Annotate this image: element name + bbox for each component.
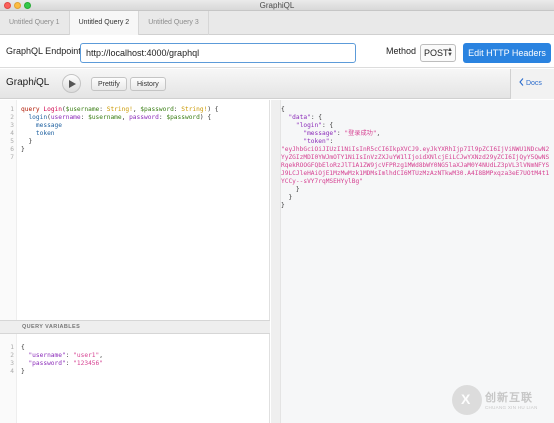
select-arrows-icon: ▲ ▼	[447, 47, 453, 58]
watermark-logo-icon: X	[452, 385, 482, 415]
window-title: GraphiQL	[259, 1, 295, 10]
chevron-left-icon	[519, 78, 524, 86]
method-select[interactable]: POST ▲ ▼	[420, 44, 456, 62]
result-gutter	[271, 100, 281, 423]
watermark-en-text: CHUANG XIN HU LIAN	[485, 405, 538, 410]
play-icon	[69, 80, 76, 88]
method-select-value: POST	[424, 48, 449, 58]
query-code: query Login($username: String!, $passwor…	[21, 106, 219, 153]
edit-http-headers-button[interactable]: Edit HTTP Headers	[463, 43, 551, 63]
query-variables-header[interactable]: QUERY VARIABLES	[0, 320, 270, 334]
tab-untitled-query-2[interactable]: Untitled Query 2	[69, 11, 140, 35]
endpoint-label: GraphQL Endpoint	[6, 46, 81, 56]
graphiql-logo: GraphiQL	[6, 77, 49, 88]
token-value: "eyJhbGciOiJIUzI1NiIsInR5cCI6IkpXVCJ9.ey…	[281, 146, 550, 185]
logo-text-suffix: QL	[36, 77, 50, 88]
query-tabs: Untitled Query 1 Untitled Query 2 Untitl…	[0, 11, 554, 35]
query-editor[interactable]: 1 2 3 4 5 6 7 query Login($username: Str…	[0, 100, 270, 320]
variables-code: { "username": "user1", "password": "1234…	[21, 344, 103, 375]
query-variables-editor[interactable]: 1 2 3 4 { "username": "user1", "password…	[0, 334, 270, 423]
history-button[interactable]: History	[130, 77, 166, 91]
execute-query-button[interactable]	[62, 74, 81, 93]
result-pane[interactable]: { "data": { "login": { "message": "登录成功"…	[271, 100, 554, 423]
watermark-cn-text: 创新互联	[485, 392, 533, 404]
prettify-button[interactable]: Prettify	[91, 77, 127, 91]
watermark: X 创新互联 CHUANG XIN HU LIAN	[452, 383, 552, 419]
tab-untitled-query-3[interactable]: Untitled Query 3	[139, 11, 209, 35]
graphiql-toolbar: GraphiQL Prettify History Docs	[0, 69, 554, 99]
docs-button[interactable]: Docs	[510, 69, 554, 99]
query-line-numbers: 1 2 3 4 5 6 7	[10, 106, 14, 161]
variables-line-numbers: 1 2 3 4	[10, 344, 14, 375]
result-json: { "data": { "login": { "message": "登录成功"…	[281, 106, 550, 209]
window-titlebar: GraphiQL	[0, 0, 554, 11]
tab-untitled-query-1[interactable]: Untitled Query 1	[0, 11, 70, 35]
logo-text-prefix: Graph	[6, 77, 34, 88]
docs-label: Docs	[525, 80, 542, 87]
endpoint-bar: GraphQL Endpoint Method POST ▲▼ Edit HTT…	[0, 35, 554, 68]
method-label: Method	[386, 46, 417, 56]
endpoint-url-input[interactable]	[80, 43, 356, 63]
